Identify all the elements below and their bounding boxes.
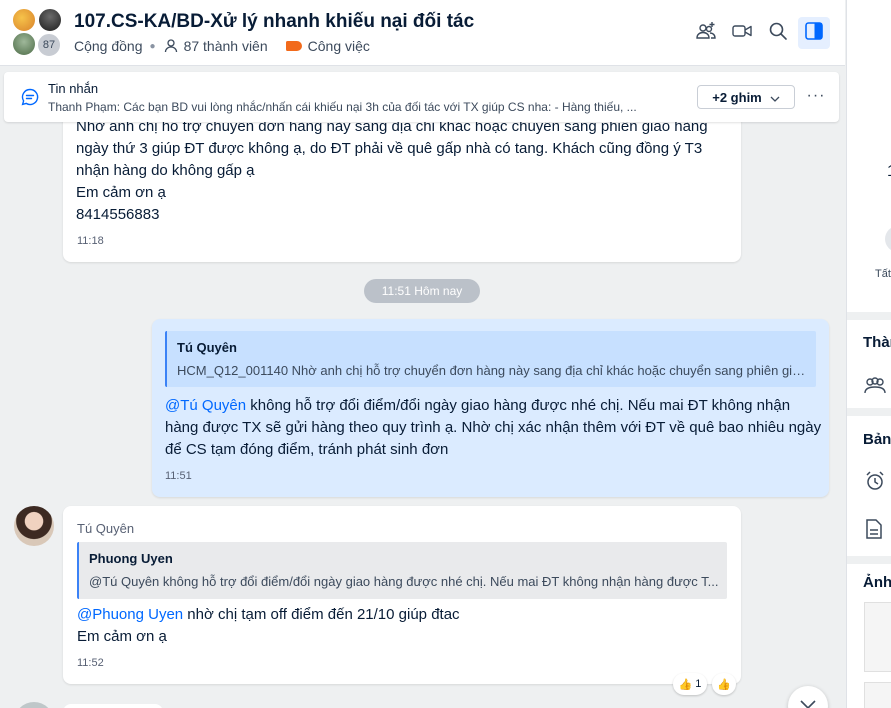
video-icon — [731, 20, 753, 47]
quoted-text: @Tú Quyên không hỗ trợ đổi điểm/đổi ngày… — [89, 574, 719, 589]
separator-dot: ● — [149, 40, 156, 52]
message-time: 11:51 — [165, 470, 192, 482]
more-pins-dropdown[interactable]: +2 ghim — [697, 85, 795, 109]
panel-divider — [847, 556, 891, 564]
panel-action-button[interactable] — [885, 226, 891, 252]
mention-link[interactable]: @Phuong Uyen — [77, 606, 183, 623]
sender-name: Tú Quyên — [77, 521, 135, 536]
message-text: Em cảm ơn ạ — [77, 628, 167, 645]
panel-board-heading: Bảng — [863, 431, 891, 448]
sender-avatar[interactable] — [14, 506, 54, 546]
community-label: Cộng đồng — [74, 38, 143, 54]
message-text: 8414556883 — [76, 206, 160, 223]
sender-avatar[interactable] — [14, 702, 54, 708]
label-tag[interactable]: Công việc — [308, 38, 370, 54]
alarm-clock-icon[interactable] — [864, 470, 886, 497]
message-text: hàng được TX sẽ gửi hàng theo quy trình … — [165, 419, 822, 436]
quoted-sender: Phuong Uyen — [89, 551, 173, 566]
image-thumbnail[interactable] — [864, 602, 891, 672]
reaction-summary[interactable]: 👍 1 — [673, 673, 707, 695]
message-bubble[interactable] — [63, 704, 163, 708]
note-icon[interactable] — [865, 518, 883, 545]
quoted-sender: Tú Quyên — [177, 340, 237, 355]
mention-link[interactable]: @Tú Quyên — [165, 397, 246, 414]
panel-all-label: Tất — [875, 268, 891, 280]
more-options-button[interactable]: ··· — [804, 84, 828, 108]
video-call-button[interactable] — [726, 17, 758, 49]
quoted-message[interactable]: Phuong Uyen @Tú Quyên không hỗ trợ đổi đ… — [77, 542, 727, 599]
header-actions — [690, 17, 830, 49]
more-dots-icon: ··· — [806, 87, 826, 104]
panel-members-heading: Thàn — [863, 334, 891, 351]
member-count-badge: 87 — [36, 32, 62, 58]
message-text: Em cảm ơn ạ — [76, 184, 166, 201]
member-avatar — [38, 8, 62, 32]
date-divider: 11:51 Hôm nay — [364, 279, 480, 303]
panel-divider — [847, 408, 891, 416]
pinned-preview[interactable]: Thanh Phạm: Các bạn BD vui lòng nhắc/nhấ… — [48, 100, 688, 114]
message-text: @Tú Quyên không hỗ trợ đổi điểm/đổi ngày… — [165, 397, 791, 414]
search-button[interactable] — [762, 17, 794, 49]
member-avatar — [12, 8, 36, 32]
like-button[interactable]: 👍 — [712, 673, 736, 695]
label-tag-icon — [285, 41, 302, 51]
message-text: ngày thứ 3 giúp ĐT được không ạ, do ĐT p… — [76, 140, 703, 157]
message-time: 11:52 — [77, 657, 104, 669]
group-title[interactable]: 107.CS-KA/BD-Xử lý nhanh khiếu nại đối t… — [74, 11, 474, 33]
quoted-message[interactable]: Tú Quyên HCM_Q12_001140 Nhờ anh chị hỗ t… — [165, 331, 816, 387]
member-avatar — [12, 32, 36, 56]
message-bubble[interactable]: Nhờ anh chị hỗ trợ chuyển đơn hàng này s… — [63, 100, 741, 262]
group-members-icon[interactable] — [864, 376, 886, 399]
toggle-info-panel-button[interactable] — [798, 17, 830, 49]
scroll-to-bottom-button[interactable] — [788, 686, 828, 708]
members-link[interactable]: 87 thành viên — [184, 38, 268, 54]
panel-toggle-icon — [803, 20, 825, 47]
add-member-button[interactable] — [690, 17, 722, 49]
panel-number: 1 — [887, 163, 891, 181]
pinned-messages-bar[interactable]: Tin nhắn Thanh Phạm: Các bạn BD vui lòng… — [4, 72, 839, 122]
chat-bubble-icon — [20, 87, 40, 112]
more-pins-label: +2 ghim — [712, 89, 762, 105]
thumbs-up-icon: 👍 — [717, 678, 731, 691]
reaction-count: 1 — [695, 678, 702, 690]
chevron-down-icon — [770, 90, 780, 105]
conversation-info-panel: 1 Tất Thàn Bảng Ảnh — [846, 0, 891, 708]
chevron-down-icon — [800, 697, 816, 708]
message-bubble[interactable]: Tú Quyên Phuong Uyen @Tú Quyên không hỗ … — [63, 506, 741, 684]
quoted-text: HCM_Q12_001140 Nhờ anh chị hỗ trợ chuyển… — [177, 363, 809, 378]
pinned-title: Tin nhắn — [48, 81, 99, 96]
group-avatar[interactable]: 87 — [12, 8, 64, 58]
thumbs-up-icon: 👍 — [678, 678, 693, 691]
person-icon — [163, 38, 179, 54]
message-bubble-own[interactable]: Tú Quyên HCM_Q12_001140 Nhờ anh chị hỗ t… — [152, 319, 829, 497]
message-time: 11:18 — [77, 235, 104, 247]
group-meta: Cộng đồng ● 87 thành viên Công việc — [74, 38, 370, 54]
panel-images-heading: Ảnh — [863, 574, 891, 591]
panel-divider — [847, 312, 891, 320]
chat-header: 87 107.CS-KA/BD-Xử lý nhanh khiếu nại đố… — [0, 0, 845, 66]
message-text: @Phuong Uyen nhờ chị tạm off điểm đến 21… — [77, 606, 460, 623]
message-text: để CS tạm đóng điểm, tránh phát sinh đơn — [165, 441, 449, 458]
add-member-icon — [695, 20, 717, 47]
message-text: nhận hàng do không gấp ạ — [76, 162, 255, 179]
search-icon — [767, 20, 789, 47]
image-thumbnail[interactable] — [864, 682, 891, 708]
